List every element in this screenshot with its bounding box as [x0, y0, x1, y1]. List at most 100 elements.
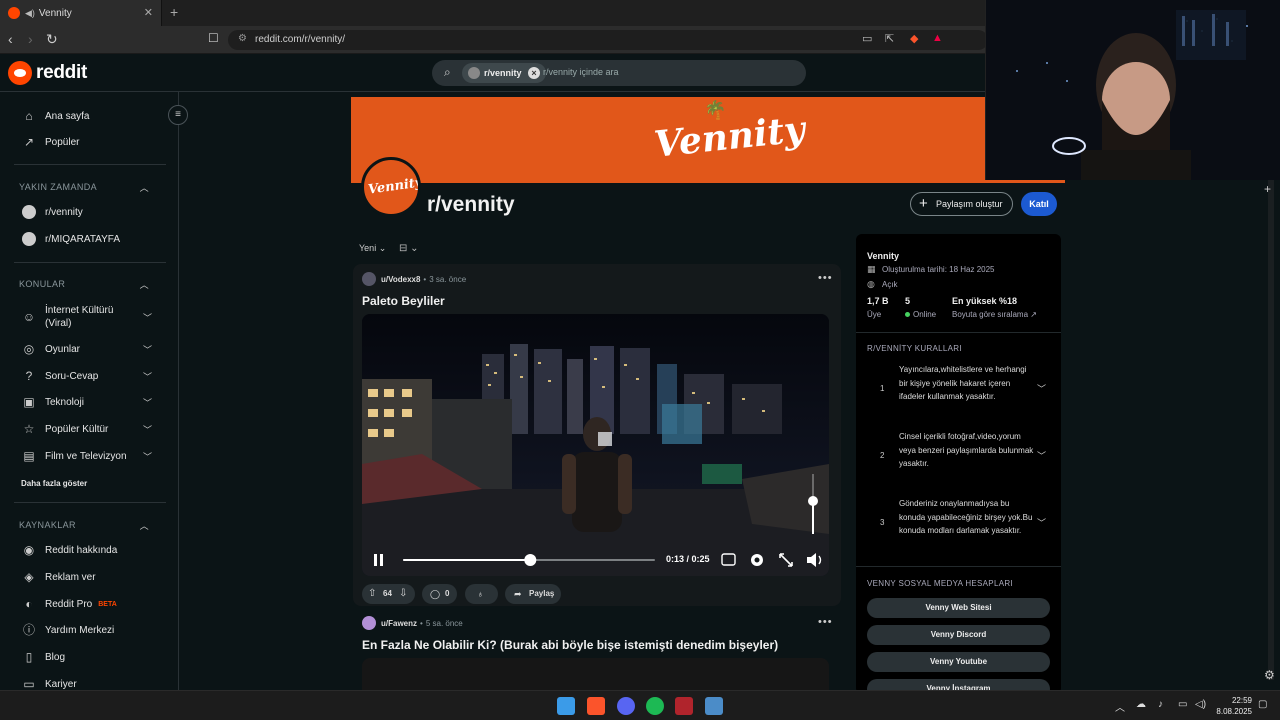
sidebar-topic-film-tv[interactable]: ▤ Film ve Televizyon ﹀ [22, 446, 152, 466]
sidebar-topic-pop-culture[interactable]: ☆ Popüler Kültür ﹀ [22, 419, 152, 439]
sidebar-resource-blog[interactable]: ▯ Blog [22, 647, 147, 667]
sort-dropdown[interactable]: Yeni ⌄ [359, 243, 386, 254]
tray-chevron-icon[interactable]: ︿ [1115, 699, 1125, 714]
create-post-button[interactable]: + Paylaşım oluştur [910, 192, 1013, 216]
show-more-link[interactable]: Daha fazla göster [21, 473, 146, 493]
more-options-icon[interactable]: ••• [818, 616, 833, 628]
search-placeholder[interactable]: r/vennity içinde ara [543, 67, 619, 77]
site-info-icon[interactable]: ⚙ [238, 33, 247, 44]
chevron-down-icon[interactable]: ﹀ [143, 370, 152, 383]
fullscreen-icon[interactable] [779, 553, 793, 567]
sidebar-resource-help[interactable]: ⓘ Yardım Merkezi [22, 620, 147, 640]
reload-icon[interactable]: ↻ [46, 31, 58, 48]
view-mode-dropdown[interactable]: ⊟ ⌄ [399, 243, 419, 254]
post-author[interactable]: u/Vodexx8 • 3 sa. önce [362, 272, 466, 286]
sidebar-topic-qa[interactable]: ? Soru-Cevap ﹀ [22, 366, 152, 386]
clear-scope-icon[interactable]: × [528, 67, 540, 79]
chevron-down-icon[interactable]: ﹀ [143, 396, 152, 409]
post-title[interactable]: En Fazla Ne Olabilir Ki? (Burak abi böyl… [362, 638, 778, 652]
sidebar-item-home[interactable]: ⌂ Ana sayfa [22, 106, 147, 126]
windows-start-icon[interactable] [557, 697, 575, 715]
network-icon[interactable]: ▭ [1178, 699, 1187, 710]
volume-handle[interactable] [808, 496, 818, 506]
app-icon[interactable] [675, 697, 693, 715]
page-scrollbar[interactable] [1268, 180, 1274, 680]
social-link-discord[interactable]: Venny Discord [867, 625, 1050, 645]
downvote-icon[interactable]: ⇩ [399, 584, 407, 604]
reddit-logo[interactable]: reddit [8, 61, 87, 85]
chevron-down-icon[interactable]: ﹀ [143, 450, 152, 463]
captions-icon[interactable] [721, 553, 736, 566]
url-field[interactable]: ⚙ reddit.com/r/vennity/ [228, 30, 988, 50]
chevron-down-icon[interactable]: ﹀ [143, 423, 152, 436]
chevron-up-icon[interactable]: ︿ [140, 519, 149, 532]
gear-icon[interactable]: ⚙ [1264, 668, 1275, 682]
social-link-website[interactable]: Venny Web Sitesi [867, 598, 1050, 618]
topics-heading[interactable]: KONULAR ︿ [19, 279, 149, 290]
chevron-up-icon[interactable]: ︿ [140, 181, 149, 194]
video-player[interactable] [362, 314, 829, 576]
more-options-icon[interactable]: ••• [818, 272, 833, 284]
bookmark-icon[interactable]: ☐ [208, 31, 219, 45]
share-button[interactable]: ➦ Paylaş [505, 584, 561, 604]
taskbar-clock[interactable]: 22:59 8.08.2025 [1212, 695, 1252, 717]
brave-shield-icon[interactable]: ◆ [910, 32, 918, 45]
rule-item[interactable]: 1 Yayıncılara,whitelistlere ve herhangi … [867, 362, 1051, 420]
chevron-down-icon[interactable]: ﹀ [1037, 382, 1046, 395]
progress-handle[interactable] [524, 554, 537, 566]
chevron-down-icon[interactable]: ﹀ [1037, 449, 1046, 462]
sidebar-resource-pro[interactable]: ◐ Reddit Pro BETA [22, 594, 147, 614]
forward-icon[interactable]: › [28, 31, 33, 47]
notifications-icon[interactable]: ▢ [1258, 699, 1267, 710]
resources-heading[interactable]: KAYNAKLAR ︿ [19, 520, 149, 531]
sidebar-topic-technology[interactable]: ▣ Teknoloji ﹀ [22, 392, 152, 412]
sidebar-topic-games[interactable]: ◎ Oyunlar ﹀ [22, 339, 152, 359]
speaker-tray-icon[interactable]: ◁) [1195, 699, 1206, 710]
chevron-down-icon[interactable]: ﹀ [143, 311, 152, 324]
browser-tab[interactable]: ◀) Vennity ✕ [0, 0, 162, 26]
speaker-icon[interactable]: ◀) [25, 8, 35, 19]
search-scope-chip[interactable]: r/vennity × [462, 63, 546, 83]
rule-item[interactable]: 3 Gönderiniz onaylanmadıysa bu konuda ya… [867, 496, 1051, 554]
new-tab-icon[interactable]: + [170, 4, 178, 20]
post-title[interactable]: Paleto Beyliler [362, 294, 445, 308]
sidebar-resource-about[interactable]: ◉ Reddit hakkında [22, 540, 147, 560]
search-bar[interactable]: ⌕ r/vennity × r/vennity içinde ara [432, 60, 806, 86]
collapse-sidebar-button[interactable]: ≡ [168, 105, 188, 125]
cast-icon[interactable]: ▭ [862, 32, 872, 45]
spotify-icon[interactable] [646, 697, 664, 715]
sidebar-item-recent-vennity[interactable]: r/vennity [22, 202, 147, 222]
sidebar-topic-internet-culture[interactable]: ☺ İnternet Kültürü (Viral) ﹀ [22, 304, 152, 330]
post-username[interactable]: u/Fawenz [381, 619, 417, 628]
brave-rewards-icon[interactable]: ▲ [932, 32, 943, 44]
microphone-icon[interactable]: ♪ [1158, 699, 1163, 710]
join-button[interactable]: Katıl [1021, 192, 1057, 216]
post-username[interactable]: u/Vodexx8 [381, 275, 420, 284]
cloud-icon[interactable]: ☁ [1136, 699, 1146, 710]
share-icon[interactable]: ⇱ [885, 32, 894, 45]
settings-icon[interactable] [751, 554, 763, 566]
chevron-down-icon[interactable]: ﹀ [1037, 516, 1046, 529]
volume-icon[interactable] [807, 553, 822, 567]
plus-icon[interactable]: + [1264, 182, 1271, 196]
sidebar-item-recent-miqaratayfa[interactable]: r/MIQARATAYFA [22, 229, 147, 249]
sidebar-resource-advertise[interactable]: ◈ Reklam ver [22, 567, 147, 587]
settings-app-icon[interactable] [705, 697, 723, 715]
chevron-down-icon[interactable]: ﹀ [143, 343, 152, 356]
brave-browser-icon[interactable] [587, 697, 605, 715]
social-link-youtube[interactable]: Venny Youtube [867, 652, 1050, 672]
pause-icon[interactable] [374, 554, 383, 566]
post-author[interactable]: u/Fawenz • 5 sa. önce [362, 616, 463, 630]
award-button[interactable]: ♁ [465, 584, 498, 604]
upvote-icon[interactable]: ⇧ [368, 584, 376, 604]
comments-button[interactable]: ◯ 0 [422, 584, 457, 604]
rank-link[interactable]: Boyuta göre sıralama ↗ [952, 310, 1037, 319]
user-avatar [362, 616, 376, 630]
rule-item[interactable]: 2 Cinsel içerikli fotoğraf,video,yorum v… [867, 429, 1051, 487]
back-icon[interactable]: ‹ [8, 31, 13, 47]
chevron-up-icon[interactable]: ︿ [140, 278, 149, 291]
sidebar-item-popular[interactable]: ↗ Popüler [22, 132, 147, 152]
recent-heading[interactable]: YAKIN ZAMANDA ︿ [19, 182, 149, 193]
close-tab-icon[interactable]: ✕ [144, 6, 153, 19]
discord-icon[interactable] [617, 697, 635, 715]
